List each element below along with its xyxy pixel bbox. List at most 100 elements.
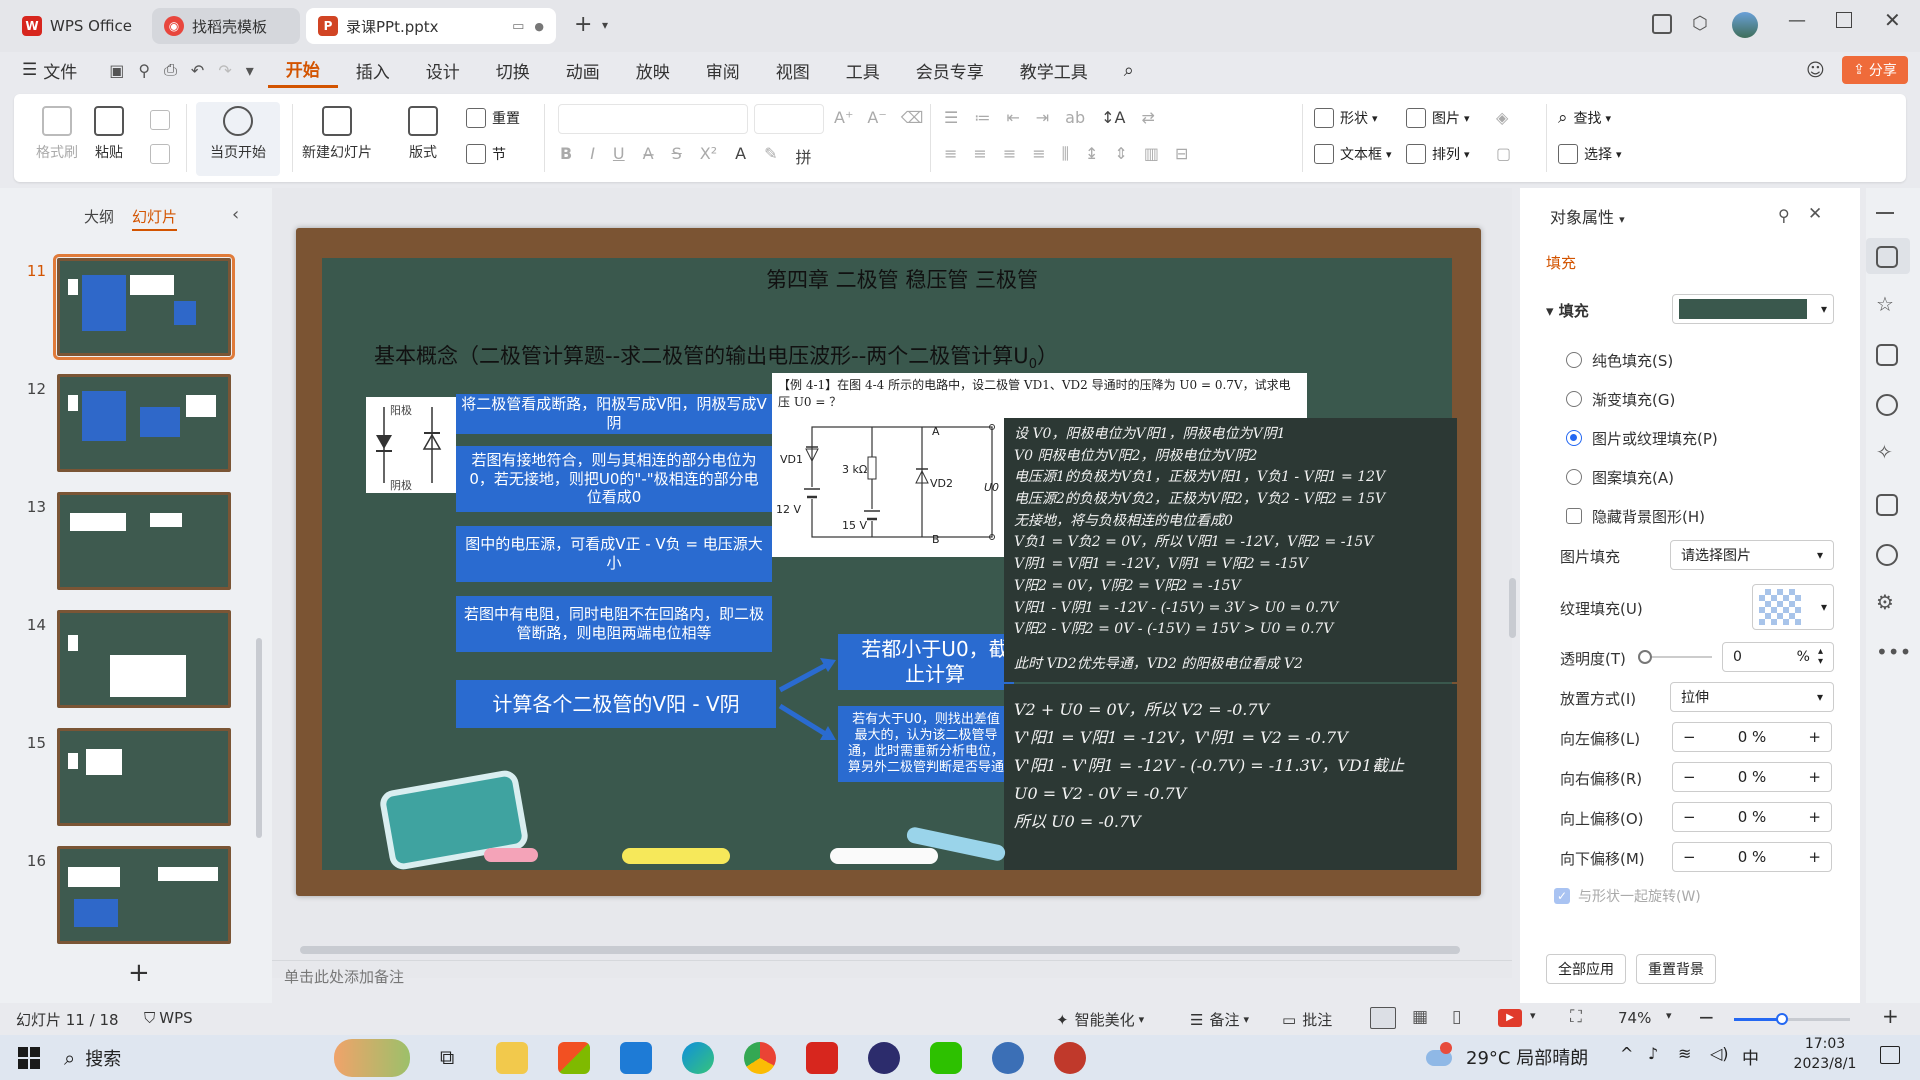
ime-indicator[interactable]: 中 [1742, 1044, 1759, 1069]
outline-icon[interactable]: ▢ [1496, 144, 1511, 163]
windows-start-icon[interactable] [18, 1047, 40, 1069]
placement-select[interactable]: 拉伸 ▾ [1670, 682, 1834, 712]
fill-color-select[interactable]: ▾ [1672, 294, 1834, 324]
zoom-out-icon[interactable]: − [1698, 1005, 1715, 1029]
comment-button[interactable]: ▭ 批注 [1282, 1009, 1332, 1030]
offset-up-stepper[interactable]: − 0 % + [1672, 802, 1832, 832]
chevron-down-icon[interactable]: ▾ [1530, 1009, 1536, 1022]
text-direction-icon[interactable]: ab [1065, 108, 1085, 127]
tab-outline[interactable]: 大纲 [84, 206, 114, 227]
app-icon[interactable] [992, 1042, 1024, 1074]
bold-icon[interactable]: B [560, 144, 572, 168]
slide-thumb-11[interactable] [53, 254, 235, 360]
collapse-icon[interactable]: ‹ [232, 204, 239, 225]
collapse-rail-icon[interactable] [1876, 212, 1894, 214]
reset-button[interactable]: 重置 [466, 108, 520, 128]
vertical-align-icon[interactable]: ⊟ [1175, 144, 1188, 164]
magic-wand-icon[interactable]: ✧ [1876, 440, 1893, 464]
print-preview-icon[interactable]: ⎙ [164, 60, 177, 80]
avatar[interactable] [1732, 12, 1758, 38]
texture-fill-select[interactable]: ▾ [1752, 584, 1834, 630]
minimize-icon[interactable]: — [1788, 10, 1806, 31]
align-left-icon[interactable]: ≡ [944, 144, 957, 164]
align-right-icon[interactable]: ≡ [1003, 144, 1016, 164]
transparency-slider-handle[interactable] [1638, 650, 1652, 664]
shape-button[interactable]: 形状 ▾ [1314, 108, 1378, 128]
tab-wps-office[interactable]: W WPS Office [10, 8, 146, 44]
slide-thumb-13[interactable] [57, 492, 231, 590]
v-scrollbar[interactable] [1509, 578, 1516, 638]
apply-all-button[interactable]: 全部应用 [1546, 954, 1626, 984]
underline-icon[interactable]: U [613, 144, 625, 168]
reading-view-icon[interactable]: ▯ [1452, 1007, 1461, 1027]
minus-icon[interactable]: − [1683, 728, 1696, 746]
radio-picture-fill[interactable] [1566, 430, 1582, 446]
strikethrough-a-icon[interactable]: A̶ [643, 144, 654, 168]
sorter-view-icon[interactable]: ▦ [1412, 1007, 1428, 1027]
save-icon[interactable]: ▣ [109, 61, 124, 80]
minus-icon[interactable]: − [1683, 848, 1696, 866]
zoom-in-icon[interactable]: + [1882, 1004, 1899, 1028]
menu-review[interactable]: 审阅 [688, 52, 758, 88]
h-scrollbar[interactable] [300, 946, 1460, 954]
new-tab-icon[interactable]: + [574, 12, 592, 37]
clock-date[interactable]: 2023/8/1 [1788, 1056, 1862, 1072]
section-button[interactable]: 节 [466, 144, 506, 164]
hide-bg-checkbox[interactable] [1566, 508, 1582, 524]
indent-icon[interactable]: ⇥ [1036, 108, 1049, 127]
handwritten-note-top[interactable]: 设 V0，阳极电位为V阳1，阴极电位为V阴1 V0 阳极电位为V阳2，阴极电位为… [1004, 418, 1457, 664]
picture-fill-select[interactable]: 请选择图片 ▾ [1670, 540, 1834, 570]
menu-transition[interactable]: 切换 [478, 52, 548, 88]
radio-pattern-fill[interactable] [1566, 469, 1582, 485]
handwritten-note-mid[interactable]: 此时 VD2优先导通，VD2 的阳极电位看成 V2 [1004, 648, 1457, 682]
menu-home[interactable]: 开始 [267, 52, 338, 88]
menu-design[interactable]: 设计 [408, 52, 478, 88]
tab-fill[interactable]: 填充 [1546, 252, 1576, 273]
file-explorer-icon[interactable] [496, 1042, 528, 1074]
wifi-icon[interactable]: ≋ [1678, 1044, 1691, 1063]
notes-button[interactable]: ☰ 备注 ▾ [1190, 1009, 1249, 1030]
slide-thumb-12[interactable] [57, 374, 231, 472]
transparency-input[interactable]: 0 % ▴ ▾ [1722, 642, 1834, 672]
rule-box-4[interactable]: 若图中有电阻，同时电阻不在回路内，即二极管断路，则电阻两端电位相等 [456, 596, 772, 652]
smart-beautify-button[interactable]: ✦ 智能美化 ▾ [1056, 1009, 1144, 1030]
handwritten-note-bottom[interactable]: V2 + U0 = 0V，所以 V2 = -0.7V V'阳1 = V阳1 = … [1004, 684, 1457, 870]
microphone-icon[interactable]: ♪ [1648, 1044, 1658, 1063]
picture-button[interactable]: 图片 ▾ [1406, 108, 1470, 128]
font-size-select[interactable] [754, 104, 824, 134]
reset-background-button[interactable]: 重置背景 [1636, 954, 1716, 984]
clock-app-icon[interactable] [868, 1042, 900, 1074]
menu-slideshow[interactable]: 放映 [618, 52, 688, 88]
arrange-button[interactable]: 排列 ▾ [1406, 144, 1470, 164]
recorder-icon[interactable] [1054, 1042, 1086, 1074]
select-button[interactable]: 选择 ▾ [1558, 144, 1622, 164]
menu-teaching-tools[interactable]: 教学工具 [1002, 52, 1106, 88]
maximize-icon[interactable] [1836, 12, 1852, 28]
spinner-icon[interactable]: ▴ ▾ [1818, 647, 1823, 667]
layout-button[interactable]: 版式 [408, 106, 438, 162]
store-icon[interactable] [558, 1042, 590, 1074]
slide-thumb-15[interactable] [57, 728, 231, 826]
plus-icon[interactable]: + [1808, 808, 1821, 826]
chrome-icon[interactable] [744, 1042, 776, 1074]
chat-icon[interactable]: ☺ [1806, 60, 1825, 81]
font-name-select[interactable] [558, 104, 748, 134]
menu-member[interactable]: 会员专享 [898, 52, 1002, 88]
chevron-down-icon[interactable]: ▾ [1666, 1009, 1672, 1022]
slide-thumb-16[interactable] [57, 846, 231, 944]
column-icon[interactable]: ▥ [1144, 144, 1159, 164]
cut-icon[interactable] [150, 110, 170, 130]
layout-icon[interactable] [1652, 14, 1672, 34]
redo-icon[interactable]: ↷ [218, 61, 231, 80]
panel-title[interactable]: 对象属性 ▾ [1550, 204, 1625, 228]
decrease-font-icon[interactable]: A⁻ [867, 108, 886, 127]
more-icon[interactable]: ••• [1876, 640, 1911, 664]
rule-box-6[interactable]: 若都小于U0，截止计算 [838, 634, 1014, 690]
normal-view-icon[interactable] [1370, 1007, 1396, 1029]
menu-insert[interactable]: 插入 [338, 52, 408, 88]
add-slide-button[interactable]: + [128, 958, 150, 988]
transparency-slider-track[interactable] [1642, 656, 1712, 658]
rotate-checkbox[interactable]: ✓ [1554, 888, 1570, 904]
radio-solid-fill[interactable] [1566, 352, 1582, 368]
ai-icon[interactable] [1876, 394, 1898, 416]
